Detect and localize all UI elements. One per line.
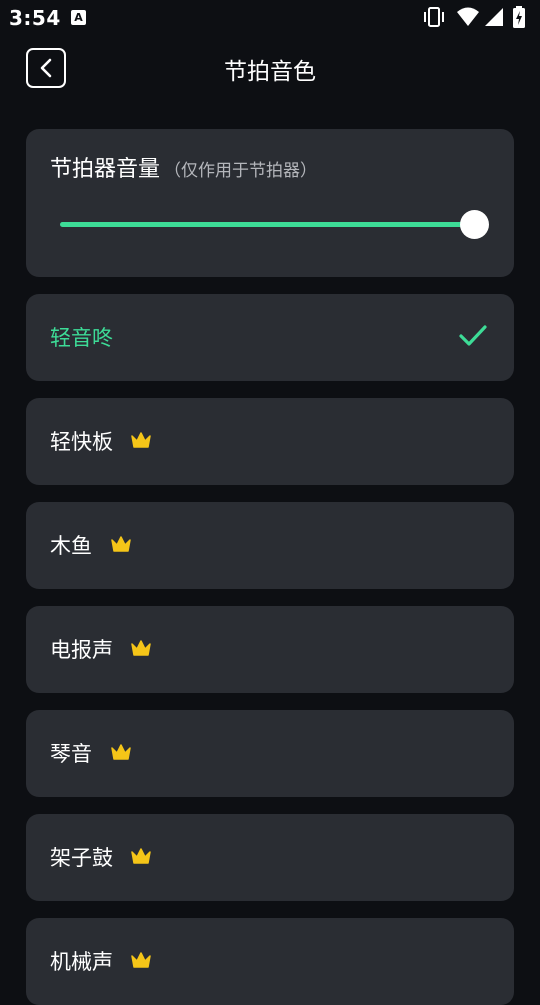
- check-icon: [459, 325, 487, 346]
- volume-card: 节拍器音量 （仅作用于节拍器）: [26, 129, 514, 277]
- wifi-icon: [457, 7, 479, 26]
- volume-slider[interactable]: [60, 210, 489, 239]
- sound-item[interactable]: 机械声: [26, 918, 514, 1005]
- sound-item[interactable]: 电报声: [26, 606, 514, 693]
- sound-item-label: 木鱼: [50, 534, 92, 558]
- volume-slider-thumb[interactable]: [460, 210, 489, 239]
- sound-item[interactable]: 木鱼: [26, 502, 514, 589]
- a-badge-label: A: [74, 11, 83, 24]
- sound-item[interactable]: 琴音: [26, 710, 514, 797]
- sound-item-label: 轻快板: [50, 430, 113, 454]
- volume-title: 节拍器音量 （仅作用于节拍器）: [50, 151, 317, 183]
- volume-slider-fill: [60, 222, 474, 227]
- volume-title-label: 节拍器音量: [50, 157, 161, 182]
- a-badge-icon: A: [71, 10, 86, 25]
- sound-item-label: 机械声: [50, 950, 113, 974]
- sound-item-label: 架子鼓: [50, 846, 113, 870]
- volume-note: （仅作用于节拍器）: [164, 161, 318, 181]
- crown-icon: [131, 952, 151, 968]
- signal-icon: [485, 8, 503, 26]
- sound-item[interactable]: 架子鼓: [26, 814, 514, 901]
- page-title: 节拍音色: [224, 59, 316, 85]
- sound-item[interactable]: 轻音咚: [26, 294, 514, 381]
- crown-icon: [131, 432, 151, 448]
- sound-item-label: 电报声: [50, 638, 113, 662]
- status-bar: 3:54 A: [0, 0, 540, 36]
- status-time: 3:54: [9, 6, 61, 30]
- sound-item-label: 轻音咚: [50, 326, 113, 350]
- status-icons: [422, 6, 532, 28]
- sound-item-label: 琴音: [50, 742, 92, 766]
- sound-item[interactable]: 轻快板: [26, 398, 514, 485]
- crown-icon: [131, 848, 151, 864]
- crown-icon: [111, 744, 131, 760]
- crown-icon: [131, 640, 151, 656]
- vibrate-icon: [424, 7, 444, 27]
- battery-icon: [513, 6, 525, 28]
- crown-icon: [111, 536, 131, 552]
